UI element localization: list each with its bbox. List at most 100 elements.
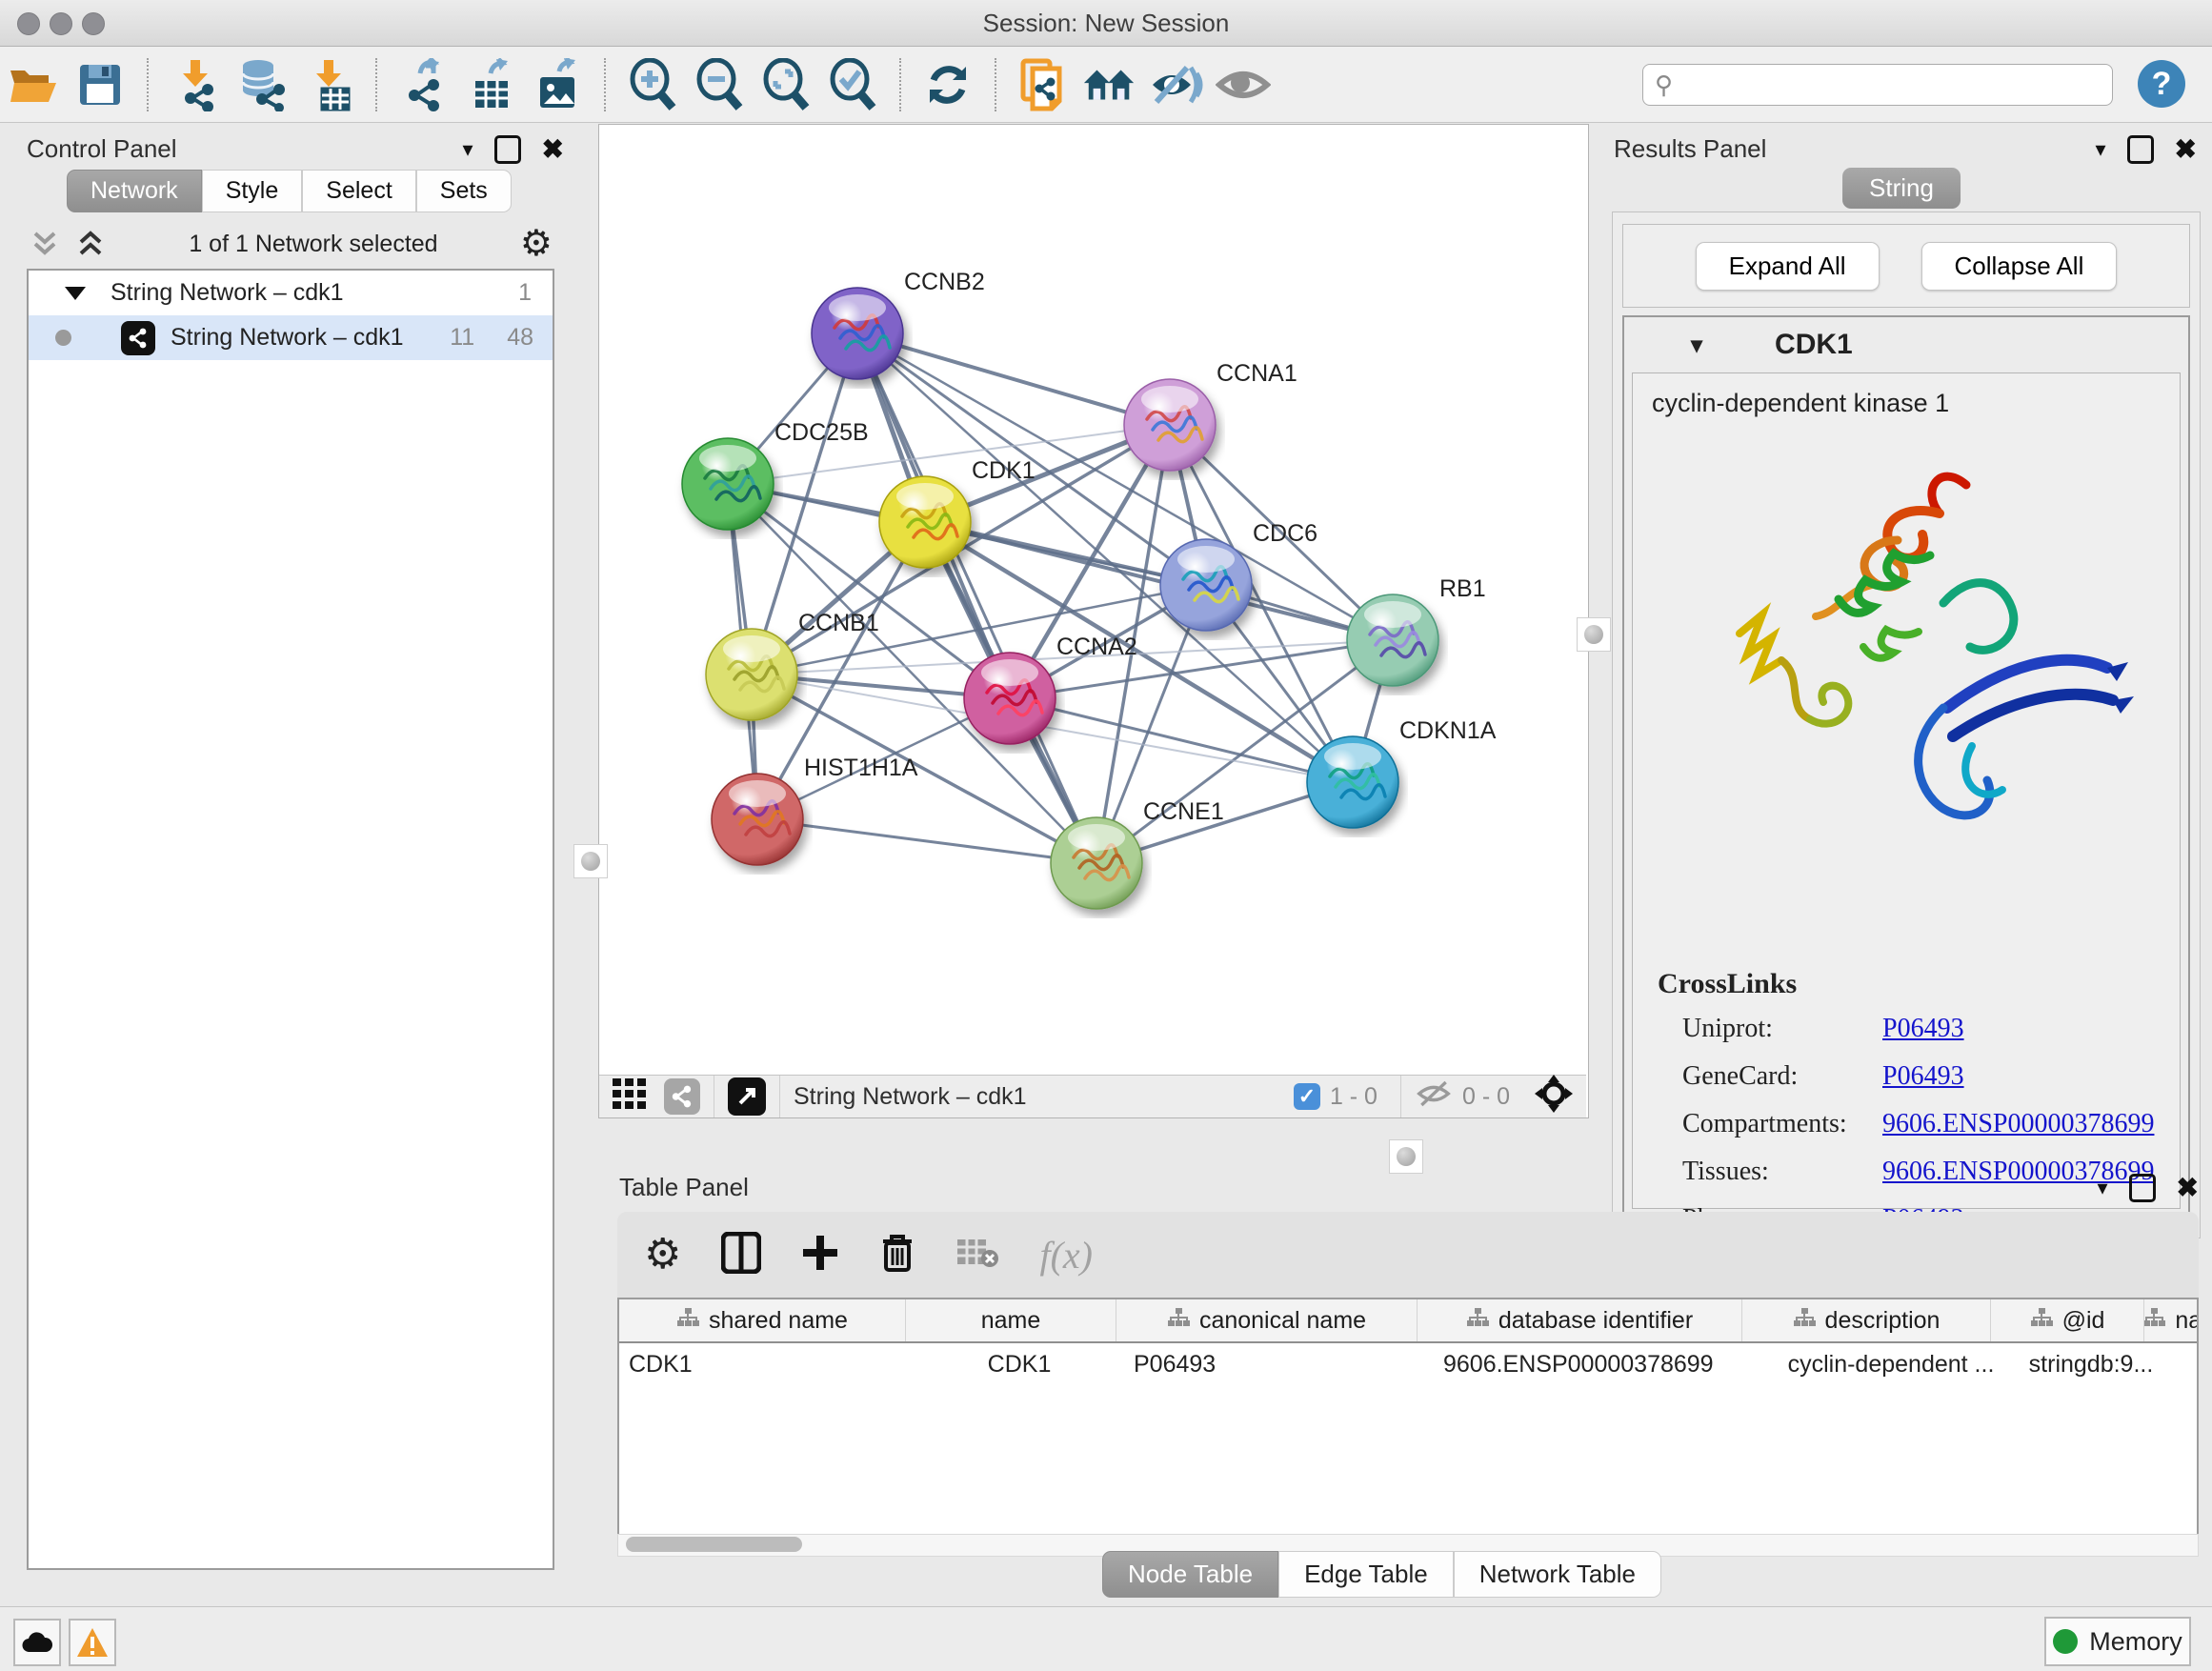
node-label: RB1 xyxy=(1439,575,1486,602)
network-node-ccnb1[interactable]: CCNB1 xyxy=(706,610,879,720)
zoom-selected-icon[interactable] xyxy=(825,57,880,112)
collapse-protein-icon[interactable]: ▾ xyxy=(1691,332,1702,359)
table-tabs: Node TableEdge TableNetwork Table xyxy=(1102,1551,1661,1598)
network-node-cdc25b[interactable]: CDC25B xyxy=(682,419,869,530)
float-panel-icon[interactable] xyxy=(2127,135,2154,164)
float-panel-icon[interactable] xyxy=(494,135,521,164)
close-panel-icon[interactable]: ✖ xyxy=(2175,133,2197,165)
import-network-from-database-icon[interactable] xyxy=(234,57,290,112)
network-canvas[interactable]: CCNB2CCNA1CDC25BCDK1CDC6RB1CCNB1CCNA2CDK… xyxy=(599,125,1586,1074)
table-options-gear-icon[interactable]: ⚙ xyxy=(644,1234,681,1276)
column-header-namespace[interactable]: namespace xyxy=(2144,1299,2199,1341)
show-all-icon[interactable] xyxy=(1216,57,1271,112)
network-edge[interactable] xyxy=(857,333,1096,863)
cloud-status-button[interactable] xyxy=(13,1619,61,1666)
selected-checkbox-icon[interactable]: ✓ xyxy=(1294,1083,1320,1110)
panel-menu-icon[interactable]: ▾ xyxy=(2097,1176,2107,1200)
export-network-icon[interactable] xyxy=(396,57,452,112)
column-header-database-identifier[interactable]: database identifier xyxy=(1418,1299,1742,1341)
zoom-in-icon[interactable] xyxy=(625,57,680,112)
table-cell[interactable]: cyclin-dependent ... xyxy=(1767,1343,2015,1385)
crosslink-link[interactable]: P06493 xyxy=(1882,1014,1964,1044)
network-collection-row[interactable]: String Network – cdk1 1 xyxy=(29,271,553,315)
panel-menu-icon[interactable]: ▾ xyxy=(462,137,473,162)
bottom-splitter-handle[interactable] xyxy=(1389,1139,1423,1174)
collection-expand-icon[interactable] xyxy=(65,287,86,300)
tab-network-table[interactable]: Network Table xyxy=(1454,1551,1661,1598)
save-session-icon[interactable] xyxy=(72,57,128,112)
show-columns-icon[interactable] xyxy=(721,1232,761,1278)
crosslink-link[interactable]: 9606.ENSP00000378699 xyxy=(1882,1109,2154,1139)
zoom-fit-icon[interactable] xyxy=(758,57,814,112)
table-cell[interactable]: 9606.ENSP00000378699 xyxy=(1434,1343,1767,1385)
crosslink-link[interactable]: P06493 xyxy=(1882,1061,1964,1092)
column-header-name[interactable]: name xyxy=(906,1299,1116,1341)
close-panel-icon[interactable]: ✖ xyxy=(542,133,564,165)
refresh-layout-icon[interactable] xyxy=(920,57,975,112)
close-panel-icon[interactable]: ✖ xyxy=(2177,1172,2199,1203)
column-header-canonical-name[interactable]: canonical name xyxy=(1116,1299,1418,1341)
network-edge[interactable] xyxy=(757,819,1096,863)
table-cell[interactable]: CDK1 xyxy=(915,1343,1124,1385)
memory-button[interactable]: Memory xyxy=(2044,1617,2191,1666)
search-input[interactable]: ⚲ xyxy=(1642,64,2113,106)
column-header-shared-name[interactable]: shared name xyxy=(619,1299,906,1341)
table-row[interactable]: CDK1CDK1P064939606.ENSP00000378699cyclin… xyxy=(619,1343,2197,1385)
network-node-cdkn1a[interactable]: CDKN1A xyxy=(1307,717,1497,828)
hide-selected-icon[interactable] xyxy=(1149,57,1204,112)
network-node-hist1h1a[interactable]: HIST1H1A xyxy=(712,755,918,865)
birdseye-icon[interactable] xyxy=(1535,1075,1573,1119)
network-node-ccne1[interactable]: CCNE1 xyxy=(1051,798,1224,909)
collapse-all-icon[interactable] xyxy=(29,230,61,258)
control-panel-tabs: Network Style Select Sets xyxy=(67,170,512,212)
right-splitter-handle[interactable] xyxy=(1577,617,1611,652)
network-node-cdk1[interactable]: CDK1 xyxy=(879,457,1036,568)
tab-node-table[interactable]: Node Table xyxy=(1102,1551,1278,1598)
warnings-button[interactable] xyxy=(69,1619,116,1666)
grid-view-icon[interactable] xyxy=(613,1078,647,1116)
import-table-icon[interactable] xyxy=(301,57,356,112)
network-row[interactable]: String Network – cdk1 11 48 xyxy=(29,315,553,360)
table-cell[interactable]: stringdb:9... xyxy=(2015,1343,2167,1385)
table-cell[interactable]: P06493 xyxy=(1124,1343,1434,1385)
add-column-icon[interactable] xyxy=(801,1234,839,1277)
string-import-icon[interactable] xyxy=(1016,57,1071,112)
node-label: CCNE1 xyxy=(1143,798,1224,825)
panel-menu-icon[interactable]: ▾ xyxy=(2095,137,2105,162)
table-cell[interactable]: CDK1 xyxy=(619,1343,915,1385)
export-image-icon[interactable] xyxy=(530,57,585,112)
import-network-icon[interactable] xyxy=(168,57,223,112)
detach-view-icon[interactable] xyxy=(728,1077,766,1116)
tab-edge-table[interactable]: Edge Table xyxy=(1278,1551,1454,1598)
delete-column-icon[interactable] xyxy=(879,1232,915,1278)
expand-all-icon[interactable] xyxy=(74,230,107,258)
scrollbar-thumb[interactable] xyxy=(626,1537,802,1552)
float-panel-icon[interactable] xyxy=(2129,1174,2156,1202)
network-node-ccna1[interactable]: CCNA1 xyxy=(1124,360,1297,471)
home-pages-icon[interactable] xyxy=(1082,57,1137,112)
column-header-description[interactable]: description xyxy=(1742,1299,1991,1341)
left-splitter-handle[interactable] xyxy=(573,844,608,878)
network-node-rb1[interactable]: RB1 xyxy=(1347,575,1486,686)
network-edge[interactable] xyxy=(925,522,1393,640)
collapse-all-button[interactable]: Collapse All xyxy=(1921,242,2118,291)
tab-network[interactable]: Network xyxy=(67,170,202,212)
tab-style[interactable]: Style xyxy=(202,170,303,212)
network-share-icon[interactable] xyxy=(664,1078,700,1115)
export-table-icon[interactable] xyxy=(463,57,518,112)
collection-count: 1 xyxy=(518,279,532,307)
expand-all-button[interactable]: Expand All xyxy=(1696,242,1880,291)
network-edge[interactable] xyxy=(857,333,1170,425)
tab-sets[interactable]: Sets xyxy=(416,170,512,212)
table-panel-title: Table Panel xyxy=(619,1173,749,1202)
node-table[interactable]: shared namenamecanonical namedatabase id… xyxy=(617,1298,2199,1538)
table-cell[interactable]: stringdb xyxy=(2167,1343,2199,1385)
hidden-eye-icon[interactable] xyxy=(1415,1078,1453,1116)
column-header--id[interactable]: @id xyxy=(1991,1299,2144,1341)
options-gear-icon[interactable]: ⚙ xyxy=(520,226,553,262)
zoom-out-icon[interactable] xyxy=(692,57,747,112)
tab-string[interactable]: String xyxy=(1842,168,1961,209)
help-button[interactable]: ? xyxy=(2138,60,2185,108)
tab-select[interactable]: Select xyxy=(302,170,415,212)
open-session-icon[interactable] xyxy=(6,57,61,112)
